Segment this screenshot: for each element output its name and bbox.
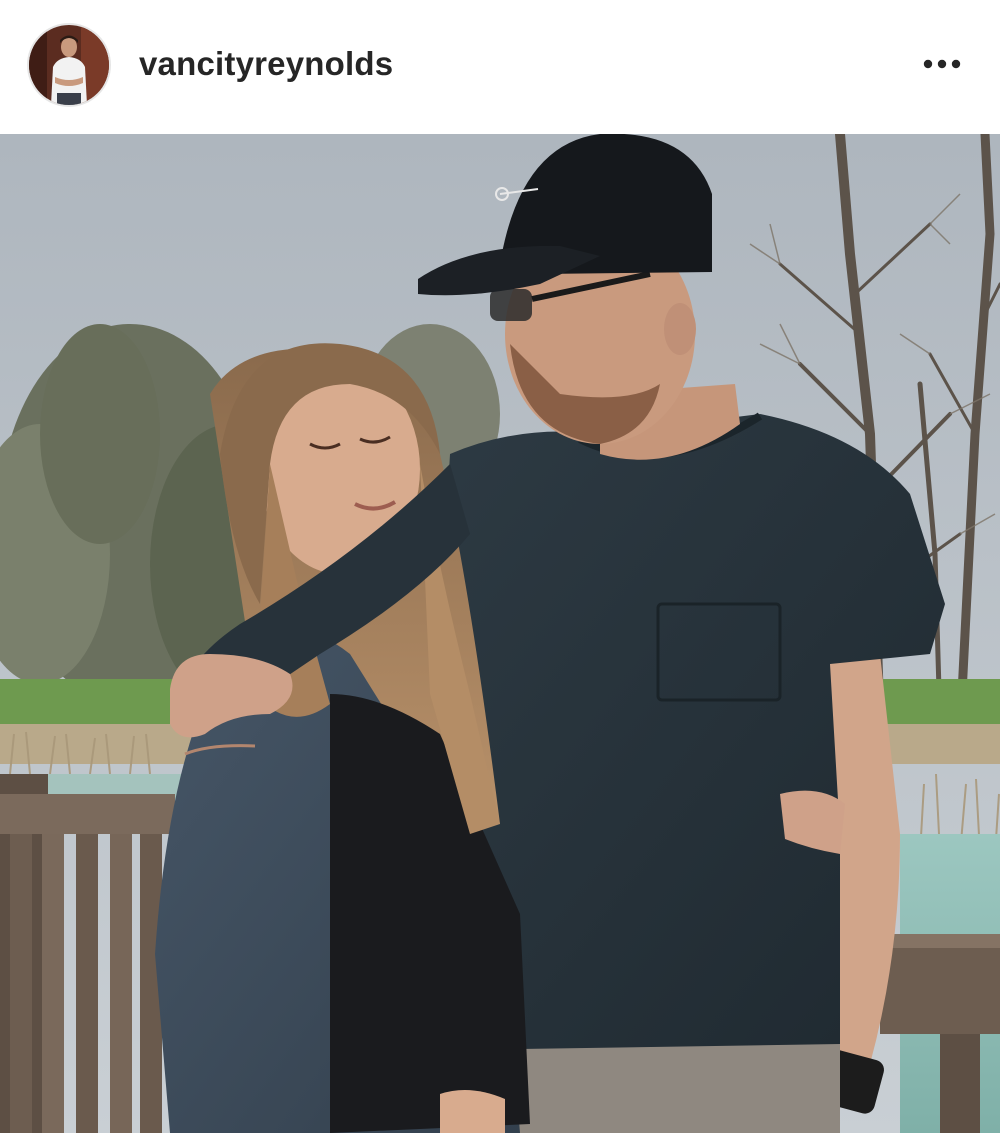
photo-couple-outdoors (0, 134, 1000, 1133)
more-options-button[interactable] (912, 44, 972, 84)
more-options-icon (923, 59, 961, 69)
post-photo[interactable] (0, 134, 1000, 1133)
username-link[interactable]: vancityreynolds (139, 44, 393, 84)
profile-avatar[interactable] (27, 23, 111, 107)
post-header: vancityreynolds (0, 0, 1000, 134)
avatar-image (29, 25, 109, 105)
instagram-post: vancityreynolds (0, 0, 1000, 1133)
